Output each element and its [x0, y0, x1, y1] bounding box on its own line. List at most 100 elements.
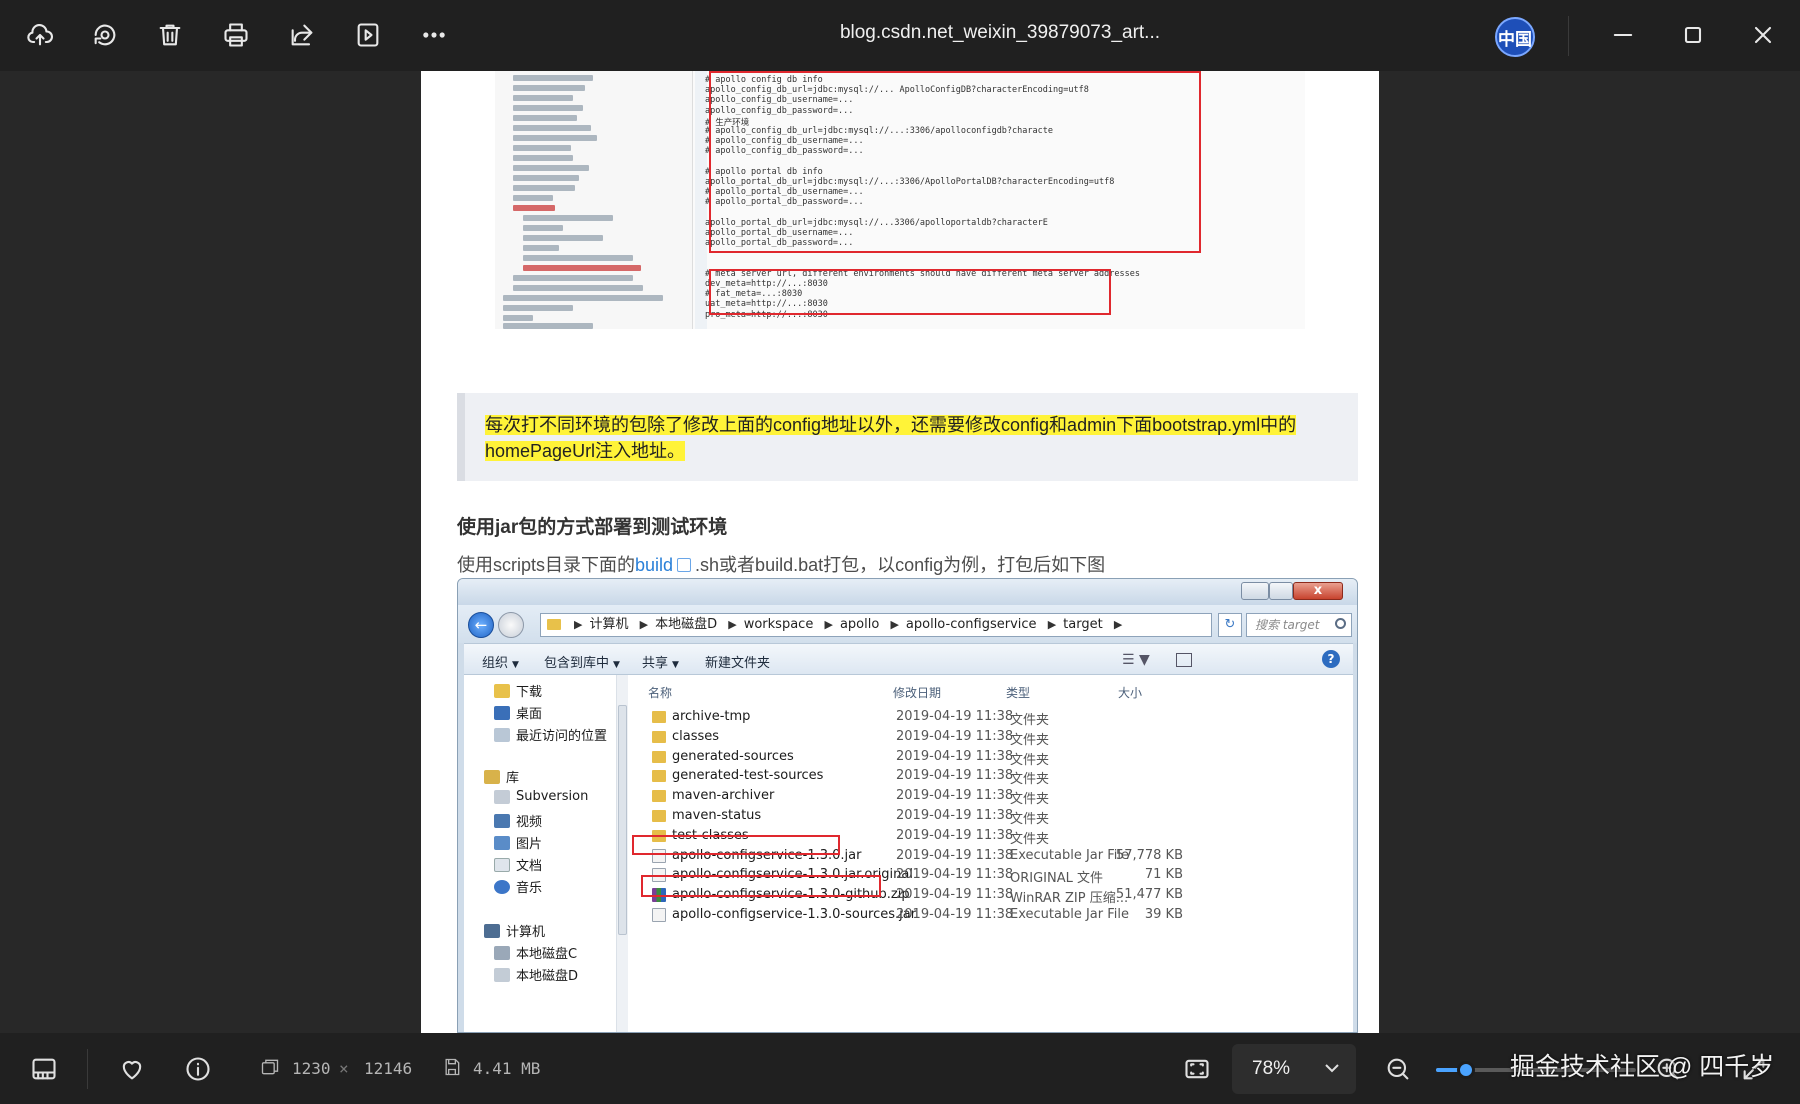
file-date: 2019-04-19 11:38	[896, 728, 1014, 744]
chevron-down-icon	[1320, 1056, 1344, 1080]
column-header-date: 修改日期	[893, 686, 942, 700]
save-disk-icon	[442, 1057, 462, 1077]
zoom-out-icon[interactable]	[1382, 1053, 1414, 1085]
file-size: 57,778 KB	[1115, 847, 1183, 863]
toolbar-divider	[1568, 16, 1569, 56]
quote-text: 每次打不同环境的包除了修改上面的config地址以外，还需要修改config和a…	[485, 415, 1297, 461]
file-row: generated-sources 2019-04-19 11:38 文件夹	[628, 748, 1188, 768]
refresh-icon: ↻	[1218, 613, 1242, 637]
file-date: 2019-04-19 11:38	[896, 887, 1014, 903]
fit-to-window-icon[interactable]	[1181, 1053, 1213, 1085]
red-highlight-box	[641, 875, 881, 897]
cmd-include-library: 包含到库中 ▼	[544, 656, 620, 671]
image-width: 1230	[292, 1059, 331, 1078]
file-row: classes 2019-04-19 11:38 文件夹	[628, 728, 1188, 748]
delete-trash-icon[interactable]	[149, 14, 191, 56]
nav-item: 下载	[494, 681, 542, 700]
file-name: apollo-configservice-1.3.0-sources.jar	[672, 907, 917, 922]
maximize-icon[interactable]	[1672, 14, 1714, 56]
minimize-icon[interactable]	[1602, 14, 1644, 56]
zoom-dropdown[interactable]: 78%	[1232, 1044, 1356, 1094]
watermark-text: 掘金技术社区 @ 四千岁	[1510, 1053, 1775, 1081]
explorer-address-bar: ← ▶ 计算机 ▶ 本地磁盘D ▶ workspace ▶ apollo ▶ apollo…	[458, 605, 1357, 643]
zoom-level: 78%	[1252, 1058, 1291, 1079]
file-row: maven-archiver 2019-04-19 11:38 文件夹	[628, 787, 1188, 807]
nav-item: 文档	[494, 855, 542, 874]
file-size: 51,477 KB	[1115, 887, 1183, 903]
folder-icon	[652, 730, 666, 743]
file-type: 文件夹	[1010, 732, 1050, 748]
nav-item: 音乐	[494, 877, 542, 896]
file-size: 39 KB	[1144, 907, 1183, 922]
breadcrumb: target	[1063, 617, 1103, 632]
breadcrumb: workspace	[743, 617, 814, 632]
file-type: 文件夹	[1010, 831, 1050, 847]
file-row: archive-tmp 2019-04-19 11:38 文件夹	[628, 708, 1188, 728]
paragraph: 使用scripts目录下面的build .sh或者build.bat打包，以con…	[457, 551, 1105, 577]
paragraph-suffix: .sh或者build.bat打包，以config为例，打包后如下图	[695, 555, 1106, 575]
explorer-maximize-icon	[1269, 582, 1293, 600]
preview-pane-icon	[1176, 653, 1192, 667]
image-viewport[interactable]: # apollo config db info apollo_config_db_…	[0, 71, 1800, 1033]
dimensions-icon	[260, 1057, 280, 1077]
view-options-icon: ☰ ▼	[1122, 652, 1150, 668]
file-row: generated-test-sources 2019-04-19 11:38 文件…	[628, 767, 1188, 787]
info-icon[interactable]	[182, 1053, 214, 1085]
explorer-command-bar: 组织 ▼ 包含到库中 ▼ 共享 ▼ 新建文件夹 ☰ ▼ ?	[464, 643, 1353, 675]
help-icon: ?	[1322, 650, 1340, 668]
external-link-icon[interactable]	[677, 558, 692, 572]
file-size: 4.41 MB	[473, 1059, 541, 1078]
red-highlight-box	[709, 71, 1201, 253]
red-highlight-box	[632, 835, 840, 855]
file-date: 2019-04-19 11:38	[896, 907, 1014, 922]
project-tree	[495, 71, 693, 329]
blockquote: 每次打不同环境的包除了修改上面的config地址以外，还需要修改config和a…	[457, 393, 1358, 481]
nav-item: 最近访问的位置	[494, 725, 607, 744]
slideshow-play-icon[interactable]	[347, 14, 389, 56]
explorer-file-list: 名称 修改日期 类型 大小 archive-tmp 2019-04-19 11:3…	[628, 675, 1353, 1032]
breadcrumb: 本地磁盘D	[655, 617, 718, 632]
print-icon[interactable]	[215, 14, 257, 56]
zoom-slider-handle[interactable]	[1457, 1061, 1475, 1079]
nav-item: 视频	[494, 811, 542, 830]
filmstrip-icon[interactable]	[28, 1053, 60, 1085]
favorite-heart-icon[interactable]	[116, 1053, 148, 1085]
more-options-icon[interactable]	[413, 14, 455, 56]
file-name: generated-test-sources	[672, 768, 824, 784]
column-header-size: 大小	[1118, 686, 1143, 700]
file-date: 2019-04-19 11:38	[896, 788, 1014, 804]
cmd-new-folder: 新建文件夹	[705, 656, 771, 671]
cmd-organize: 组织 ▼	[482, 656, 519, 671]
explorer-close-icon: x	[1293, 582, 1343, 600]
file-type: 文件夹	[1010, 713, 1050, 728]
ide-screenshot: # apollo config db info apollo_config_db_…	[495, 71, 1305, 329]
image-height: 12146	[364, 1059, 413, 1078]
nav-item: 图片	[494, 833, 542, 852]
build-link[interactable]: build	[635, 555, 673, 575]
file-date: 2019-04-19 11:38	[896, 808, 1014, 823]
file-icon	[652, 908, 666, 922]
close-icon[interactable]	[1742, 14, 1784, 56]
share-icon[interactable]	[281, 14, 323, 56]
file-date: 2019-04-19 11:38	[896, 827, 1014, 843]
explorer-minimize-icon	[1241, 582, 1269, 600]
folder-icon	[652, 790, 666, 803]
rotate-search-icon[interactable]	[84, 14, 126, 56]
file-name: maven-status	[672, 808, 762, 823]
path-box: ▶ 计算机 ▶ 本地磁盘D ▶ workspace ▶ apollo ▶ apollo-c…	[540, 613, 1212, 637]
nav-scrollbar	[616, 675, 628, 1032]
breadcrumb: 计算机	[589, 617, 629, 632]
search-icon	[1335, 618, 1346, 629]
file-row: maven-status 2019-04-19 11:38 文件夹	[628, 807, 1188, 827]
paragraph-prefix: 使用scripts目录下面的	[457, 555, 636, 575]
file-name: maven-archiver	[672, 788, 775, 804]
ime-indicator[interactable]: 中国	[1495, 17, 1535, 57]
explorer-nav-pane: 下载 桌面 最近访问的位置 库 Subversion 视频 图片 文档 音乐 计…	[464, 675, 628, 1032]
upload-cloud-icon[interactable]	[19, 14, 61, 56]
folder-icon	[547, 619, 561, 630]
file-date: 2019-04-19 11:38	[896, 709, 1014, 724]
file-name: classes	[672, 728, 720, 744]
file-name: archive-tmp	[672, 709, 751, 724]
file-type: 文件夹	[1010, 772, 1050, 788]
back-arrow-icon: ←	[468, 612, 494, 638]
